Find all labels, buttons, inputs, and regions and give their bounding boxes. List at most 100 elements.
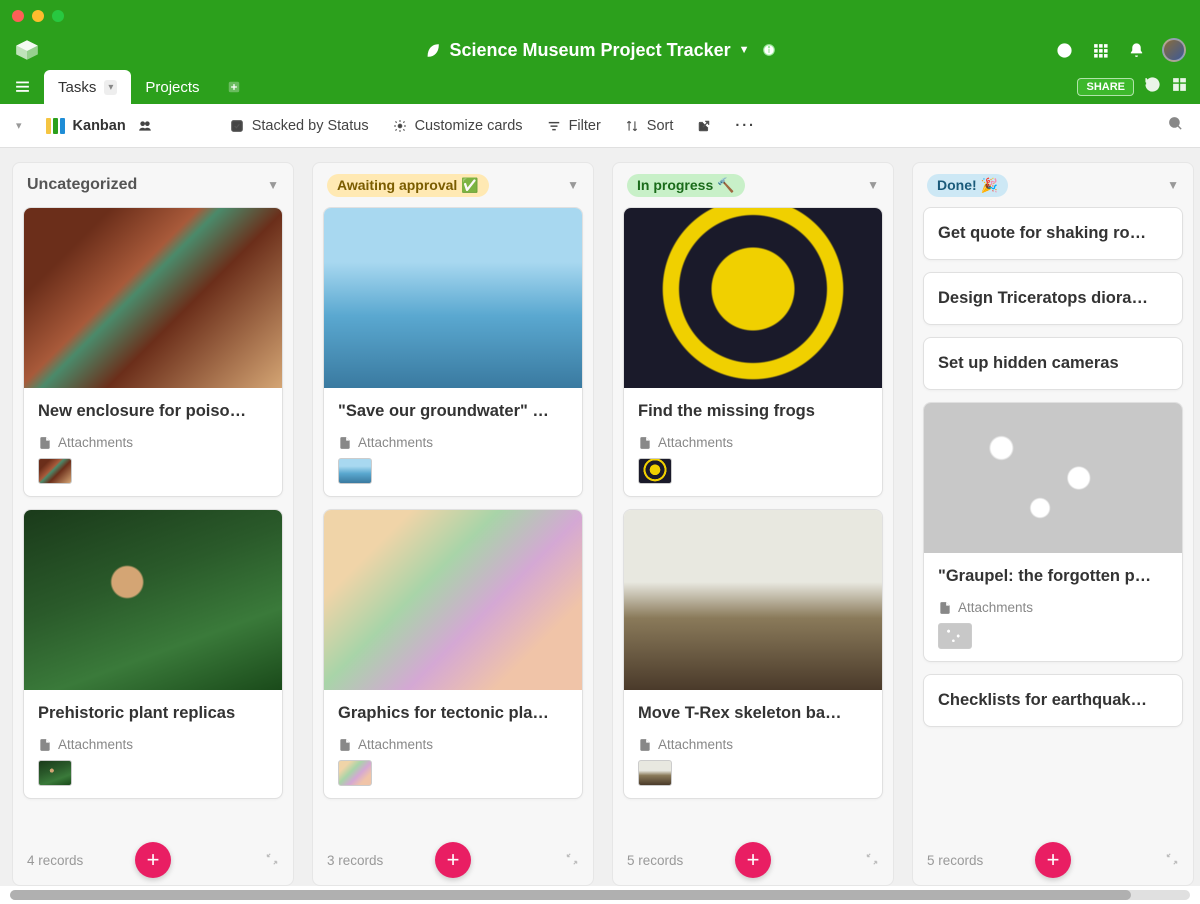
column-menu-icon[interactable]: ▼	[267, 178, 279, 192]
column-status-pill[interactable]: Done! 🎉	[927, 174, 1008, 197]
card-cover-image	[24, 208, 282, 388]
apps-grid-icon[interactable]	[1090, 40, 1110, 60]
view-switcher[interactable]: Kanban	[46, 118, 152, 134]
card-cover-image	[624, 510, 882, 690]
add-record-button[interactable]: +	[135, 842, 171, 878]
column-footer: 5 records +	[613, 835, 893, 885]
column-cards: "Save our groundwater" …AttachmentsGraph…	[313, 207, 593, 835]
traffic-light-zoom[interactable]	[52, 10, 64, 22]
page-title: Science Museum Project Tracker	[449, 40, 730, 61]
notifications-icon[interactable]	[1126, 40, 1146, 60]
add-record-button[interactable]: +	[735, 842, 771, 878]
card-title: Set up hidden cameras	[938, 354, 1168, 373]
add-table-button[interactable]	[220, 73, 248, 101]
filter-icon	[547, 119, 561, 133]
views-menu[interactable]: ▾	[16, 119, 22, 132]
card-title: Graphics for tectonic pla…	[338, 704, 568, 723]
kanban-card[interactable]: Design Triceratops diora…	[923, 272, 1183, 325]
kanban-card[interactable]: Graphics for tectonic pla… Attachments	[323, 509, 583, 799]
card-attachments-field: Attachments	[638, 435, 868, 450]
add-record-button[interactable]: +	[435, 842, 471, 878]
filter-button[interactable]: Filter	[547, 118, 601, 134]
collapse-column-icon[interactable]	[565, 852, 579, 869]
attachment-icon	[338, 436, 352, 450]
attachment-thumbnail[interactable]	[338, 458, 372, 484]
attachment-thumbnail[interactable]	[938, 623, 972, 649]
column-menu-icon[interactable]: ▼	[567, 178, 579, 192]
card-cover-image	[924, 403, 1182, 553]
tab-dropdown-icon[interactable]: ▾	[104, 80, 117, 95]
card-title: Get quote for shaking ro…	[938, 224, 1168, 243]
kanban-card[interactable]: Set up hidden cameras	[923, 337, 1183, 390]
collapse-column-icon[interactable]	[265, 852, 279, 869]
external-link-icon	[697, 119, 711, 133]
kanban-column-uncategorized: Uncategorized ▼ New enclosure for poiso…At…	[12, 162, 294, 886]
kanban-card[interactable]: Find the missing frogsAttachments	[623, 207, 883, 497]
tab-label: Projects	[145, 79, 199, 96]
more-options-button[interactable]: ···	[735, 118, 756, 134]
kanban-column-inprogress: In progress 🔨 ▼ Find the missing frogsAtta…	[612, 162, 894, 886]
title-caret-icon[interactable]: ▼	[739, 44, 750, 56]
base-title-area[interactable]: Science Museum Project Tracker ▼	[424, 40, 775, 61]
sort-icon	[625, 119, 639, 133]
info-icon[interactable]	[762, 43, 776, 57]
add-record-button[interactable]: +	[1035, 842, 1071, 878]
leaf-icon	[424, 42, 441, 59]
card-attachments-field: Attachments	[38, 737, 268, 752]
attachment-thumbnail[interactable]	[38, 760, 72, 786]
sort-button[interactable]: Sort	[625, 118, 674, 134]
column-cards: Find the missing frogsAttachmentsMove T-…	[613, 207, 893, 835]
attachment-icon	[938, 601, 952, 615]
card-cover-image	[24, 510, 282, 690]
kanban-icon	[46, 118, 65, 134]
column-status-pill[interactable]: In progress 🔨	[627, 174, 745, 197]
tab-projects[interactable]: Projects	[131, 70, 213, 104]
customize-cards-button[interactable]: Customize cards	[393, 118, 523, 134]
column-status-pill[interactable]: Awaiting approval ✅	[327, 174, 489, 197]
traffic-light-close[interactable]	[12, 10, 24, 22]
history-icon[interactable]	[1144, 76, 1161, 98]
help-icon[interactable]	[1054, 40, 1074, 60]
card-cover-image	[324, 510, 582, 690]
kanban-card[interactable]: Checklists for earthquak…	[923, 674, 1183, 727]
attachment-thumbnail[interactable]	[338, 760, 372, 786]
kanban-card[interactable]: Get quote for shaking ro…	[923, 207, 1183, 260]
blocks-icon[interactable]	[1171, 76, 1188, 98]
column-menu-icon[interactable]: ▼	[867, 178, 879, 192]
record-count: 5 records	[627, 853, 683, 868]
kanban-card[interactable]: "Save our groundwater" …Attachments	[323, 207, 583, 497]
share-view-button[interactable]	[697, 119, 711, 133]
kanban-card[interactable]: Move T-Rex skeleton ba…Attachments	[623, 509, 883, 799]
app-logo-icon	[14, 37, 40, 63]
tabs-bar: Tasks ▾ Projects SHARE	[0, 68, 1200, 104]
horizontal-scrollbar[interactable]	[0, 886, 1200, 904]
attachment-icon	[638, 436, 652, 450]
card-title: "Graupel: the forgotten p…	[938, 567, 1168, 586]
card-title: Checklists for earthquak…	[938, 691, 1168, 710]
card-attachments-field: Attachments	[338, 737, 568, 752]
card-title: "Save our groundwater" …	[338, 402, 568, 421]
collaborators-icon[interactable]	[138, 119, 152, 133]
kanban-card[interactable]: "Graupel: the forgotten p…Attachments	[923, 402, 1183, 662]
user-avatar[interactable]	[1162, 38, 1186, 62]
collapse-column-icon[interactable]	[1165, 852, 1179, 869]
column-header: Uncategorized ▼	[13, 163, 293, 207]
traffic-light-minimize[interactable]	[32, 10, 44, 22]
attachment-thumbnail[interactable]	[38, 458, 72, 484]
attachment-thumbnail[interactable]	[638, 458, 672, 484]
column-menu-icon[interactable]: ▼	[1167, 178, 1179, 192]
column-cards: Get quote for shaking ro… Design Tricerat…	[913, 207, 1193, 835]
collapse-column-icon[interactable]	[865, 852, 879, 869]
kanban-card[interactable]: New enclosure for poiso…Attachments	[23, 207, 283, 497]
column-title: Uncategorized	[27, 176, 137, 194]
share-button[interactable]: SHARE	[1077, 78, 1134, 96]
sidebar-toggle-icon[interactable]	[0, 68, 44, 104]
column-footer: 5 records+	[913, 835, 1193, 885]
record-count: 3 records	[327, 853, 383, 868]
stacked-by-button[interactable]: Stacked by Status	[230, 118, 369, 134]
search-button[interactable]	[1167, 115, 1184, 136]
card-title: Design Triceratops diora…	[938, 289, 1168, 308]
tab-tasks[interactable]: Tasks ▾	[44, 70, 131, 104]
attachment-thumbnail[interactable]	[638, 760, 672, 786]
kanban-card[interactable]: Prehistoric plant replicasAttachments	[23, 509, 283, 799]
